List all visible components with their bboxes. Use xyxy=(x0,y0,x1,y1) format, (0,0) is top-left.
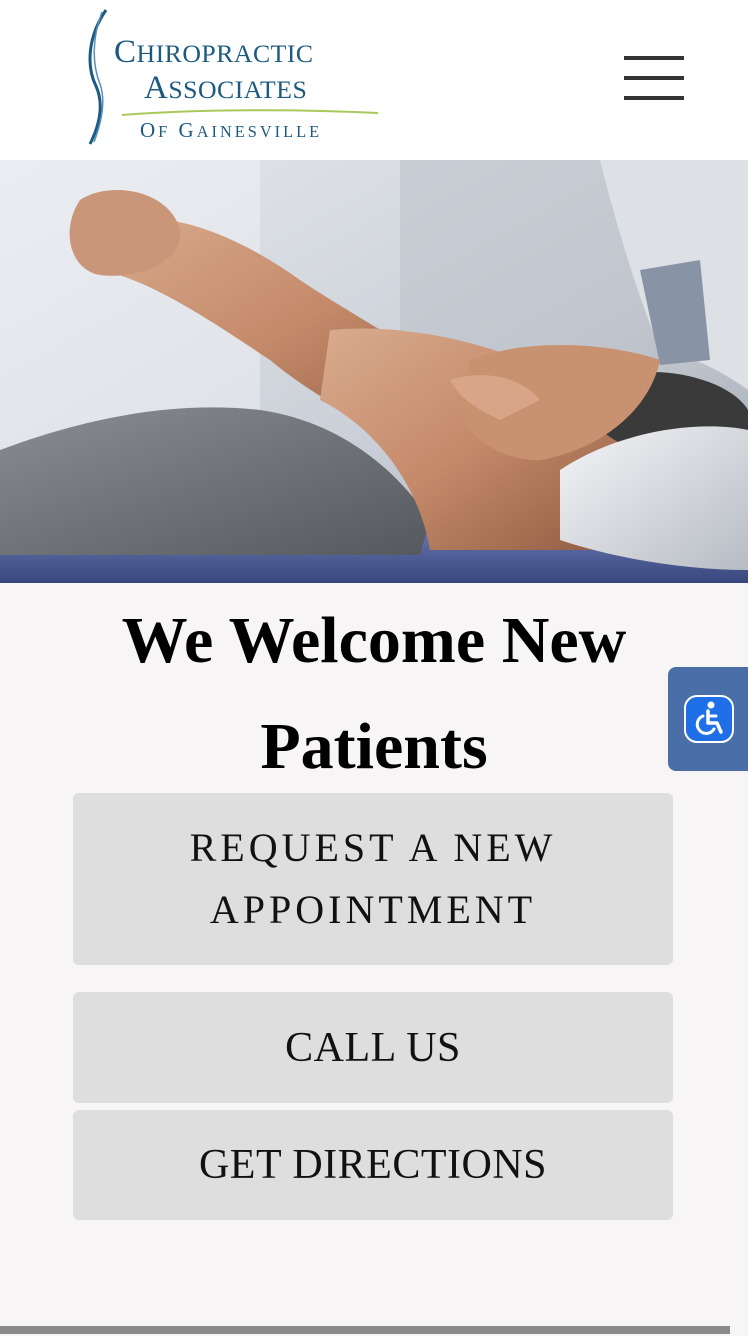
wheelchair-accessibility-icon xyxy=(684,695,734,743)
logo-text-associates: ASSOCIATES xyxy=(144,70,308,106)
page: CHIROPRACTIC ASSOCIATES OF GAINESVILLE W… xyxy=(0,0,748,1336)
menu-bar-bottom xyxy=(624,96,684,100)
site-logo[interactable]: CHIROPRACTIC ASSOCIATES OF GAINESVILLE xyxy=(80,6,380,151)
logo-green-swoosh xyxy=(121,109,379,116)
spine-swoosh-icon xyxy=(88,9,108,145)
bottom-scrollbar xyxy=(0,1326,730,1334)
request-appointment-button[interactable]: REQUEST A NEW APPOINTMENT xyxy=(73,793,673,965)
get-directions-button[interactable]: GET DIRECTIONS xyxy=(73,1110,673,1220)
menu-bar-top xyxy=(624,56,684,60)
site-header: CHIROPRACTIC ASSOCIATES OF GAINESVILLE xyxy=(0,0,748,160)
call-us-button[interactable]: CALL US xyxy=(73,992,673,1103)
hero-image xyxy=(0,160,748,583)
call-us-label: CALL US xyxy=(285,1024,461,1071)
accessibility-button[interactable] xyxy=(668,667,748,771)
logo-text-of-gainesville: OF GAINESVILLE xyxy=(140,118,323,142)
hamburger-menu-icon[interactable] xyxy=(622,56,686,104)
welcome-heading: We Welcome New Patients xyxy=(121,604,627,783)
request-appointment-label: REQUEST A NEW APPOINTMENT xyxy=(189,825,557,932)
chiropractic-adjustment-photo xyxy=(0,160,748,583)
menu-bar-middle xyxy=(624,76,684,80)
logo-text-chiropractic: CHIROPRACTIC xyxy=(114,34,314,70)
get-directions-label: GET DIRECTIONS xyxy=(198,1142,548,1188)
